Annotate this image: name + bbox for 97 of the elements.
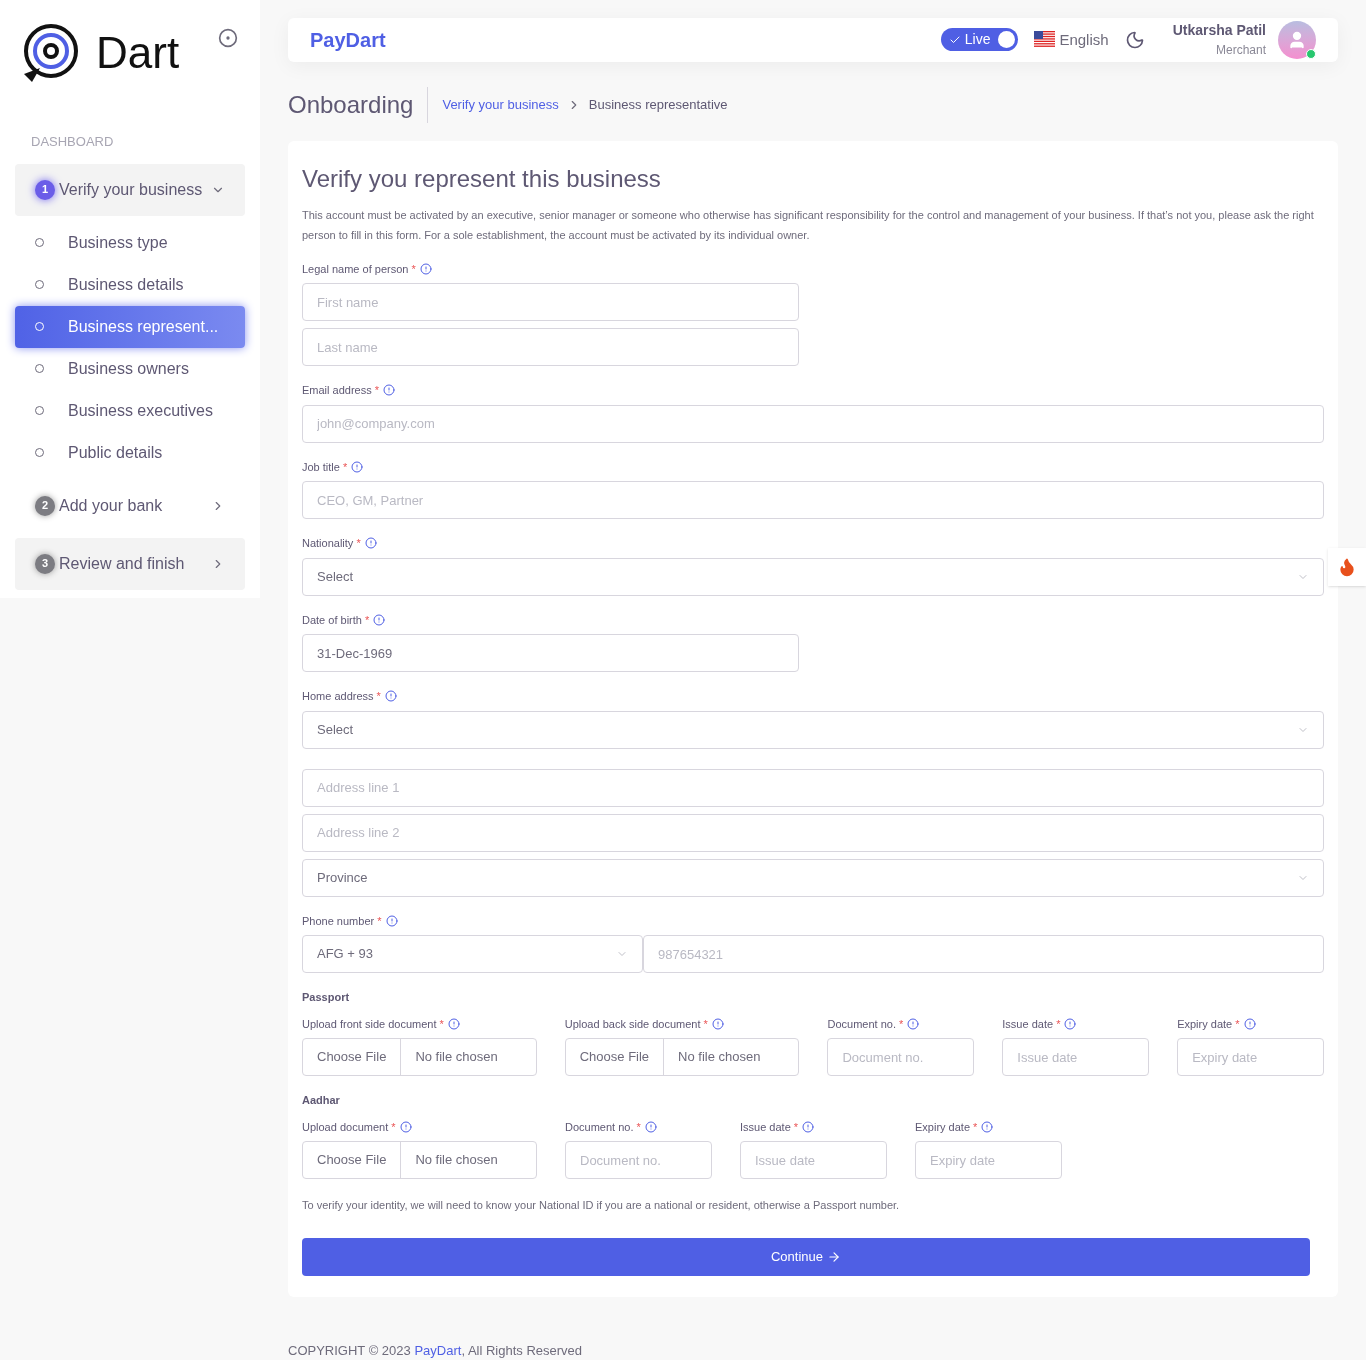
arrow-right-icon xyxy=(827,1249,841,1264)
field-label: Expiry date * xyxy=(1177,1016,1240,1032)
field-label: Legal name of person * xyxy=(302,261,416,277)
info-icon[interactable] xyxy=(644,1120,657,1133)
info-icon[interactable] xyxy=(447,1017,460,1030)
section-heading: Passport xyxy=(302,990,351,1005)
sidebar-toggle-icon[interactable] xyxy=(218,28,238,48)
field-label: Issue date * xyxy=(1002,1016,1061,1032)
field-label: Upload document * xyxy=(302,1119,396,1135)
input-field[interactable]: First name xyxy=(302,283,799,321)
file-status: No file chosen xyxy=(414,1048,499,1067)
field-label: Issue date * xyxy=(740,1119,799,1135)
info-icon[interactable] xyxy=(385,914,398,927)
info-icon[interactable] xyxy=(419,262,432,275)
field-label: Document no. * xyxy=(565,1119,641,1135)
input-field[interactable]: Expiry date xyxy=(1177,1038,1324,1076)
sidebar-item[interactable]: Business executives xyxy=(15,389,245,432)
input-field[interactable]: Expiry date xyxy=(915,1141,1062,1179)
field-label: Nationality * xyxy=(302,536,361,551)
field-label: Upload front side document * xyxy=(302,1016,444,1032)
field-label: Email address * xyxy=(302,383,380,398)
choose-file-button[interactable]: Choose File xyxy=(565,1039,665,1075)
select-field[interactable]: AFG + 93 xyxy=(302,935,643,973)
select-field[interactable]: Province xyxy=(302,858,1324,897)
field-label: Phone number * xyxy=(302,913,382,929)
brand-name[interactable]: PayDart xyxy=(310,24,941,55)
logo-icon xyxy=(22,24,80,82)
info-icon[interactable] xyxy=(351,460,364,473)
note-text: To verify your identity, we will need to know your National ID if you are a national or resident, otherwise a Passport number. xyxy=(302,1198,901,1213)
flame-button[interactable] xyxy=(1328,548,1366,586)
info-icon[interactable] xyxy=(1243,1017,1256,1030)
copyright-text: COPYRIGHT © 2023 PayDart, All Rights Reserved xyxy=(288,1342,583,1358)
breadcrumb-link[interactable]: Verify your business xyxy=(442,94,559,115)
page-title: Onboarding xyxy=(288,86,429,123)
field-label: Expiry date * xyxy=(915,1119,978,1135)
input-field[interactable]: Document no. xyxy=(827,1038,975,1076)
input-field[interactable]: CEO, GM, Partner xyxy=(302,481,1324,519)
step-badge: 1 xyxy=(35,179,55,200)
field-label: Date of birth * xyxy=(302,612,370,628)
info-icon[interactable] xyxy=(1064,1017,1077,1030)
field-label: Document no. * xyxy=(827,1016,904,1032)
field-label: Upload back side document * xyxy=(564,1016,708,1032)
info-icon[interactable] xyxy=(981,1120,994,1133)
user-name: Utkarsha Patil xyxy=(1172,21,1266,41)
sidebar-item[interactable]: Business details xyxy=(15,263,245,306)
input-field[interactable]: john@company.com xyxy=(302,404,1324,443)
info-icon[interactable] xyxy=(399,1120,412,1133)
sidebar-step[interactable]: 3 Review and finish xyxy=(15,537,245,590)
file-status: No file chosen xyxy=(414,1151,499,1170)
info-icon[interactable] xyxy=(373,613,386,626)
info-icon[interactable] xyxy=(383,384,396,397)
flag-icon xyxy=(1034,31,1056,49)
user-role: Merchant xyxy=(1215,42,1266,60)
user-silhouette-icon xyxy=(1287,29,1307,50)
info-icon[interactable] xyxy=(384,690,397,703)
choose-file-button[interactable]: Choose File xyxy=(303,1142,402,1178)
field-label: Job title * xyxy=(302,459,348,475)
field-label: Home address * xyxy=(302,689,381,704)
section-label: DASHBOARD xyxy=(30,133,115,151)
live-toggle[interactable]: Live xyxy=(940,28,1019,52)
input-field[interactable]: Address line 1 xyxy=(302,768,1324,807)
moon-icon[interactable] xyxy=(1124,29,1145,50)
file-field[interactable]: Choose File No file chosen xyxy=(302,1141,537,1179)
file-field[interactable]: Choose File No file chosen xyxy=(564,1038,800,1076)
form-title: Verify you represent this business xyxy=(302,163,662,194)
input-field[interactable]: Issue date xyxy=(740,1141,887,1179)
flame-icon xyxy=(1337,557,1357,577)
avatar[interactable] xyxy=(1278,20,1316,59)
sidebar-item[interactable]: Business type xyxy=(15,221,245,264)
choose-file-button[interactable]: Choose File xyxy=(303,1039,402,1075)
input-field[interactable]: Last name xyxy=(302,328,799,366)
input-field[interactable]: Document no. xyxy=(565,1141,712,1179)
info-icon[interactable] xyxy=(907,1017,920,1030)
logo-text: Dart xyxy=(96,31,180,75)
select-field[interactable]: Select xyxy=(302,557,1324,596)
file-field[interactable]: Choose File No file chosen xyxy=(302,1038,537,1076)
step-badge: 3 xyxy=(35,553,55,574)
select-field[interactable]: Select xyxy=(302,710,1324,749)
input-field[interactable]: 31-Dec-1969 xyxy=(302,634,799,672)
sidebar-item[interactable]: Business owners xyxy=(15,347,245,390)
section-heading: Aadhar xyxy=(302,1093,341,1108)
input-field[interactable]: 987654321 xyxy=(643,935,1324,973)
sidebar-item[interactable]: Business represent... xyxy=(15,305,245,348)
info-icon[interactable] xyxy=(802,1120,815,1133)
continue-button[interactable]: Continue xyxy=(302,1237,1310,1276)
file-status: No file chosen xyxy=(677,1048,762,1067)
intro-text: This account must be activated by an executive, senior manager or someone who otherwise has significant responsibility for the control and management of your business. If that’s not you, please ask the right person to fill in this form. For a sole establishment, the account must be activated by its individual owner. xyxy=(302,207,1315,243)
step-badge: 2 xyxy=(35,495,55,516)
breadcrumb-item: Business representative xyxy=(588,95,728,114)
sidebar-step[interactable]: 2 Add your bank xyxy=(15,479,245,532)
input-field[interactable]: Issue date xyxy=(1002,1038,1150,1076)
sidebar-item[interactable]: Public details xyxy=(15,431,245,474)
language-selector[interactable]: English xyxy=(1059,28,1109,51)
sidebar-step[interactable]: 1 Verify your business xyxy=(15,163,245,216)
info-icon[interactable] xyxy=(711,1017,724,1030)
info-icon[interactable] xyxy=(364,537,377,550)
input-field[interactable]: Address line 2 xyxy=(302,813,1324,852)
